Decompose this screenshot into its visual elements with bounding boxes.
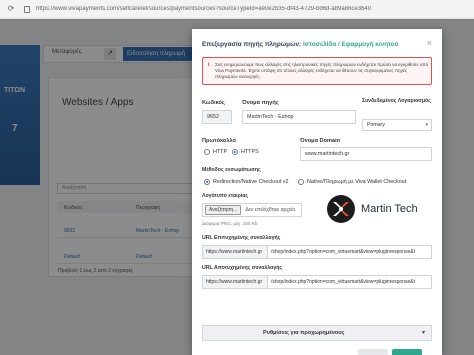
protocol-https-radio[interactable]: HTTPS (232, 149, 259, 155)
chevron-down-icon: ▾ (425, 122, 428, 128)
browser-address-bar: ⟳ https://www.vivapayments.com/selfcare/… (0, 0, 474, 19)
radio-icon (298, 179, 304, 185)
cancel-button[interactable] (358, 349, 388, 355)
chevron-down-icon: ▾ (421, 330, 425, 336)
warning-alert: i Σας ενημερώνουμε πως αλλαγές στις ηλεκ… (202, 57, 432, 85)
logo-file-input[interactable]: Αναζήτηση... Δεν επιλέχθηκε αρχείο. (202, 203, 302, 217)
radio-selected-icon (232, 149, 238, 155)
save-button[interactable] (392, 349, 422, 355)
account-select-value: Primary (367, 122, 385, 128)
refresh-icon[interactable]: ⟳ (6, 4, 16, 14)
account-select[interactable]: Primary ▾ (362, 119, 432, 131)
file-hint: Διάφορα PNG, μέγ. 100 Kb (202, 221, 258, 226)
modal-title-prefix: Επεξεργασία πηγής πληρωμών: (202, 41, 302, 48)
company-logo: Martin Tech (327, 192, 437, 226)
integration-native-radio[interactable]: Native/Πληρωμή με Viva Wallet Checkout (298, 179, 406, 185)
radio-selected-icon (204, 179, 210, 185)
modal-title: Επεξεργασία πηγής πληρωμών: Ιστοσελίδα /… (202, 41, 398, 48)
protocol-http-label: HTTP (213, 149, 228, 155)
advanced-settings-label: Ρυθμίσεις για προχωρημένους (263, 330, 345, 336)
file-status: Δεν επιλέχθηκε αρχείο. (245, 207, 297, 213)
integration-redirect-label: Redirection/Native Checkout v2 (213, 179, 289, 185)
domain-field[interactable]: www.martintech.gr (300, 147, 432, 161)
alert-text: Σας ενημερώνουμε πως αλλαγές στις ηλεκτρ… (215, 62, 429, 79)
logo-text: Martin Tech (361, 203, 418, 215)
protocol-https-label: HTTPS (241, 149, 259, 155)
fail-url-prefix: https://www.martintech.gr (202, 275, 268, 289)
code-label: Κωδικός (202, 100, 225, 106)
code-field: 9652 (202, 110, 232, 124)
linked-account-label: Συνδεδεμένος Λογαριασμός (362, 98, 431, 104)
success-url-prefix: https://www.martintech.gr (202, 245, 268, 259)
browse-button[interactable]: Αναζήτηση... (205, 205, 242, 215)
success-url-label: URL Επιτυχημένης συναλλαγής (202, 235, 281, 241)
lock-icon (24, 5, 30, 13)
integration-native-label: Native/Πληρωμή με Viva Wallet Checkout (307, 179, 407, 185)
fail-url-label: URL Αποτυχημένης συναλλαγής (202, 265, 283, 271)
martin-tech-logo-icon (327, 195, 355, 223)
close-icon[interactable]: × (427, 39, 432, 48)
url-text[interactable]: https://www.vivapayments.com/selfcare/el… (36, 6, 371, 12)
protocol-http-radio[interactable]: HTTP (204, 149, 227, 155)
edit-payment-source-modal: Επεξεργασία πηγής πληρωμών: Ιστοσελίδα /… (192, 29, 442, 355)
fail-url-field[interactable]: /shop/index.php?option=com_virtuemart&vi… (268, 275, 432, 289)
integration-redirect-radio[interactable]: Redirection/Native Checkout v2 (204, 179, 289, 185)
protocol-label: Πρωτόκολλο (202, 138, 236, 144)
logo-label: Λογότυπο εταιρίας (202, 193, 249, 199)
success-url-group: https://www.martintech.gr /shop/index.ph… (202, 245, 432, 259)
info-icon: i (208, 62, 210, 68)
integration-label: Μέθοδος ενσωμάτωσης (202, 167, 261, 173)
fail-url-group: https://www.martintech.gr /shop/index.ph… (202, 275, 432, 289)
success-url-field[interactable]: /shop/index.php?option=com_virtuemart&vi… (268, 245, 432, 259)
source-name-label: Όνομα πηγής (242, 100, 279, 106)
modal-title-source: Ιστοσελίδα / Εφαρμογή κινητού (302, 41, 399, 48)
source-name-field[interactable]: MartinTech - Eshop (242, 110, 356, 124)
domain-label: Όνομα Domain (300, 138, 341, 144)
advanced-settings-toggle[interactable]: Ρυθμίσεις για προχωρημένους ▾ (202, 325, 432, 341)
radio-icon (204, 149, 210, 155)
